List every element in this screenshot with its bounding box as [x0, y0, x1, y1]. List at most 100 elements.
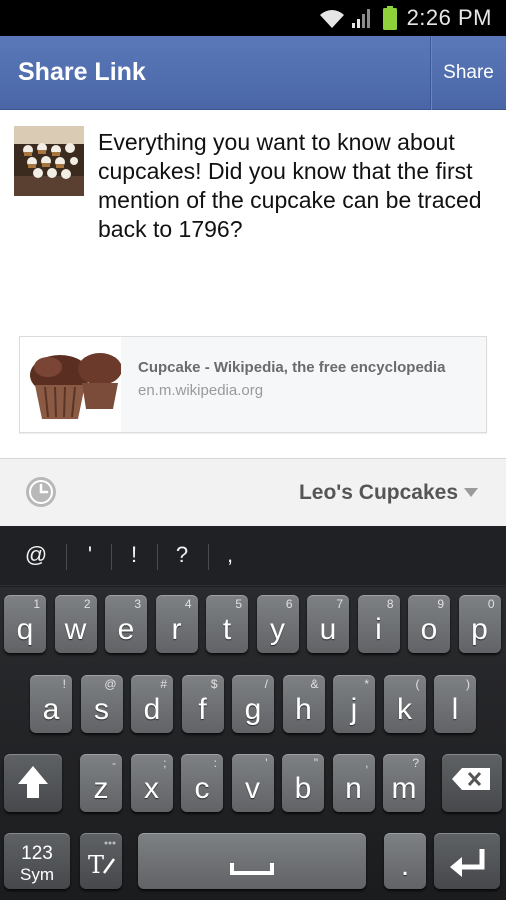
- key-label: k: [397, 693, 412, 726]
- key-n[interactable]: ,n: [332, 754, 375, 812]
- key-hint: 1: [33, 597, 40, 611]
- key-hint: #: [160, 677, 167, 691]
- key-label: w: [64, 613, 87, 646]
- key-m[interactable]: ? m: [383, 754, 425, 812]
- key-hint: 4: [184, 597, 192, 611]
- key-d[interactable]: # d: [131, 675, 173, 733]
- app-header: Share Link Share: [0, 36, 506, 110]
- key-q[interactable]: 1q: [4, 595, 46, 653]
- suggestion-divider: [66, 544, 67, 570]
- period-key[interactable]: .: [384, 833, 426, 889]
- key-a[interactable]: ! a: [30, 675, 72, 733]
- key-hint: @: [104, 677, 117, 691]
- backspace-key[interactable]: [442, 754, 502, 812]
- key-x[interactable]: ; x: [130, 754, 173, 812]
- shift-key[interactable]: [4, 754, 62, 812]
- key-hint: $: [210, 677, 218, 691]
- key-hint: ;: [163, 756, 167, 770]
- clock-icon[interactable]: [25, 476, 57, 508]
- key-s[interactable]: @ s: [80, 675, 123, 733]
- key-label: p: [471, 613, 488, 646]
- symbols-key[interactable]: 123 Sym: [4, 833, 70, 889]
- link-preview-image: [20, 337, 121, 432]
- suggestion-comma[interactable]: ,: [210, 542, 250, 572]
- key-g[interactable]: / g: [232, 675, 274, 733]
- key-hint: 5: [235, 597, 242, 611]
- key-label: o: [420, 613, 438, 646]
- key-z[interactable]: -z: [80, 754, 122, 812]
- key-label: t: [222, 613, 232, 646]
- suggestion-at[interactable]: @: [16, 542, 56, 572]
- page-selector[interactable]: Leo's Cupcakes: [299, 481, 458, 505]
- key-i[interactable]: 8i: [357, 595, 400, 653]
- text-mode-icon: T: [88, 841, 116, 879]
- chevron-down-icon[interactable]: [464, 488, 478, 497]
- key-label: i: [375, 613, 382, 646]
- link-preview-card[interactable]: Cupcake - Wikipedia, the free encycloped…: [19, 336, 487, 433]
- suggestion-apostrophe[interactable]: ': [70, 542, 110, 572]
- key-label: e: [117, 613, 135, 646]
- suggestion-divider: [157, 544, 158, 570]
- key-label: m: [391, 772, 417, 805]
- key-p[interactable]: 0p: [458, 595, 501, 653]
- enter-icon: [450, 849, 485, 877]
- key-hint: 8: [386, 597, 394, 611]
- suggestion-divider: [111, 544, 112, 570]
- suggestion-divider: [208, 544, 209, 570]
- space-key[interactable]: [138, 833, 366, 889]
- page-title: Share Link: [18, 58, 146, 86]
- key-y[interactable]: 6y: [256, 595, 299, 653]
- key-c[interactable]: :c: [181, 754, 223, 812]
- key-l[interactable]: ) l: [434, 675, 476, 733]
- keyboard: @ ' ! ? , 123 Sym T . 1 q 2 w 3 e 4 r 5 …: [0, 526, 506, 900]
- key-h[interactable]: & h: [282, 675, 325, 733]
- key-label: q: [16, 613, 34, 646]
- post-thumbnail: [14, 126, 84, 196]
- key-label: a: [42, 693, 60, 726]
- key-label: h: [295, 693, 312, 726]
- key-t[interactable]: 5t: [206, 595, 248, 653]
- key-hint: /: [264, 677, 268, 691]
- key-hint: :: [213, 756, 217, 770]
- link-title: Cupcake - Wikipedia, the free encycloped…: [138, 359, 446, 376]
- key-label: x: [144, 772, 159, 805]
- key-label: y: [270, 613, 285, 646]
- key-hint: 3: [134, 597, 141, 611]
- link-url: en.m.wikipedia.org: [138, 382, 264, 399]
- key-label: g: [244, 693, 262, 726]
- key-j[interactable]: * j: [333, 675, 375, 733]
- share-button[interactable]: Share: [430, 36, 506, 110]
- post-text[interactable]: Everything you want to know about cupcak…: [98, 128, 498, 244]
- suggestion-question[interactable]: ?: [162, 542, 202, 572]
- wifi-icon: [319, 10, 344, 29]
- key-hint: ,: [365, 756, 369, 770]
- symbols-key-label-bottom: Sym: [20, 865, 54, 884]
- key-k[interactable]: (k: [383, 675, 426, 733]
- keyboard-keys: 123 Sym T . 1 q 2 w 3 e 4 r 5 t 6 y 7 u …: [0, 587, 506, 900]
- key-b[interactable]: " b: [282, 754, 324, 812]
- text-mode-key[interactable]: T: [80, 833, 122, 889]
- key-w[interactable]: 2w: [54, 595, 97, 653]
- enter-key[interactable]: [434, 833, 500, 889]
- key-hint: -: [112, 756, 116, 770]
- key-label: f: [198, 693, 207, 726]
- key-f[interactable]: $ f: [181, 675, 224, 733]
- key-o[interactable]: 9o: [408, 595, 450, 653]
- key-label: u: [319, 613, 337, 646]
- key-hint: ': [265, 756, 268, 770]
- key-label: c: [194, 772, 210, 805]
- key-hint: *: [364, 677, 369, 691]
- suggestion-exclamation[interactable]: !: [114, 542, 154, 572]
- status-time: 2:26 PM: [406, 5, 492, 30]
- key-label: b: [294, 772, 312, 805]
- audience-selector-bar: Leo's Cupcakes: [0, 458, 506, 526]
- key-label: z: [93, 772, 109, 805]
- key-hint: 0: [487, 597, 495, 611]
- key-r[interactable]: 4r: [155, 595, 198, 653]
- key-v[interactable]: ' v: [231, 754, 274, 812]
- key-u[interactable]: 7u: [307, 595, 349, 653]
- key-e[interactable]: 3e: [105, 595, 147, 653]
- key-hint: 9: [437, 597, 444, 611]
- key-hint: !: [62, 677, 66, 691]
- key-hint: ?: [412, 756, 419, 770]
